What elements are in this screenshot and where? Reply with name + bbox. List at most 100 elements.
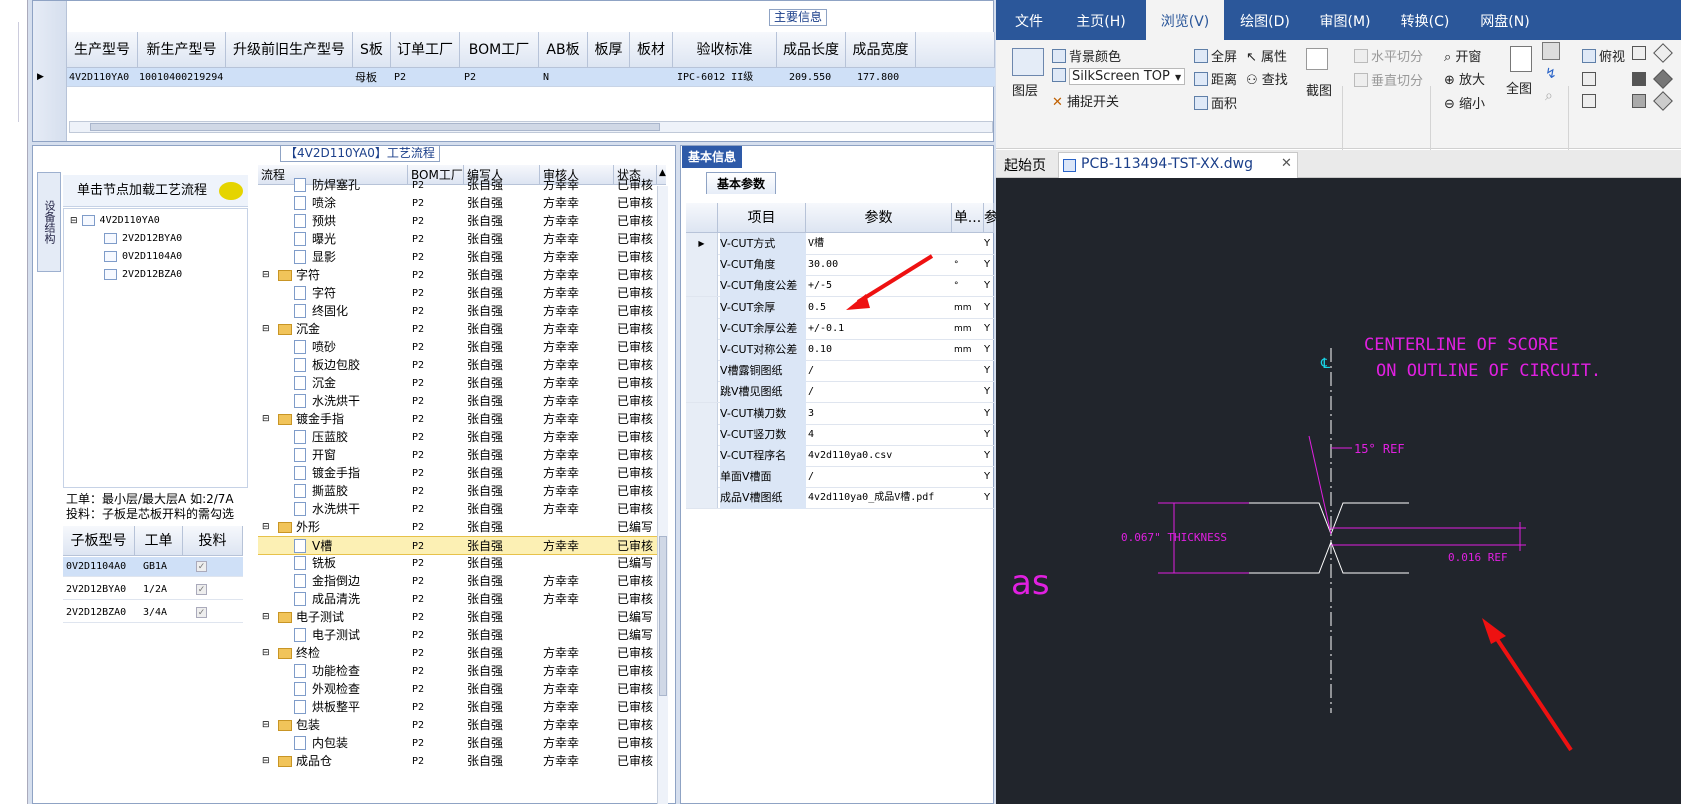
collapse-icon[interactable]: ⊟	[262, 410, 270, 429]
collapse-icon[interactable]: ⊟	[262, 320, 270, 339]
flow-row[interactable]: 沉金 P2 张自强 方幸幸 已审核	[258, 374, 657, 393]
basic-col-header[interactable]: 单...	[952, 203, 984, 233]
cell-new-model[interactable]: 10010400219294	[139, 68, 223, 87]
collapse-icon[interactable]: ⊟	[70, 216, 78, 226]
tab-file[interactable]: 文件	[1004, 0, 1054, 40]
flow-row[interactable]: 字符 P2 张自强 方幸幸 已审核	[258, 284, 657, 303]
param-row[interactable]: 单面V槽面 / Y	[686, 466, 994, 489]
flow-row[interactable]: 终固化 P2 张自强 方幸幸 已审核	[258, 302, 657, 321]
tree-node-root[interactable]: ⊟ 4V2D110YA0	[70, 213, 160, 229]
flow-row[interactable]: 曝光 P2 张自强 方幸幸 已审核	[258, 230, 657, 249]
feed-checkbox[interactable]: ✓	[196, 561, 207, 572]
cell-bom-factory[interactable]: P2	[464, 68, 476, 87]
zoom-in-button[interactable]: ⊕ 放大	[1444, 69, 1485, 88]
col-header[interactable]: AB板	[539, 32, 588, 68]
col-header[interactable]: 板材	[630, 32, 673, 68]
tab-review[interactable]: 审图(M)	[1308, 0, 1382, 40]
param-row[interactable]: V-CUT对称公差 0.10 mm Y	[686, 339, 994, 361]
horizontal-scrollbar[interactable]	[69, 121, 993, 133]
flow-row[interactable]: ⊟ 字符 P2 张自强 方幸幸 已审核	[258, 266, 657, 285]
attribute-button[interactable]: ↖ 属性	[1246, 46, 1287, 65]
feed-checkbox[interactable]: ✓	[196, 607, 207, 618]
param-value[interactable]: 4	[808, 424, 950, 446]
tab-convert[interactable]: 转换(C)	[1388, 0, 1462, 40]
flow-row[interactable]: ⊟ 沉金 P2 张自强 方幸幸 已审核	[258, 320, 657, 339]
col-header[interactable]: BOM工厂	[460, 32, 539, 68]
h-split-button[interactable]: 水平切分	[1354, 46, 1423, 65]
layer-icon[interactable]	[1012, 48, 1044, 76]
collapse-icon[interactable]: ⊟	[262, 752, 270, 771]
tab-basic-params[interactable]: 基本参数	[706, 172, 777, 194]
tab-basic-info[interactable]: 基本信息	[682, 146, 743, 168]
view-cube-icon[interactable]	[1632, 46, 1646, 60]
open-window-button[interactable]: ⌕ 开窗	[1444, 46, 1481, 65]
full-view-button[interactable]: 全图	[1506, 78, 1532, 97]
flow-row[interactable]: ⊟ 镀金手指 P2 张自强 方幸幸 已审核	[258, 410, 657, 429]
flow-row[interactable]: 镀金手指 P2 张自强 方幸幸 已审核	[258, 464, 657, 483]
view-iso-icon[interactable]	[1632, 94, 1646, 108]
basic-col-header[interactable]: 参数	[806, 203, 952, 233]
param-row[interactable]: V-CUT程序名 4v2d110ya0.csv Y	[686, 445, 994, 467]
flow-row[interactable]: ⊟ 电子测试 P2 张自强 已编写	[258, 608, 657, 627]
sub-col-header[interactable]: 子板型号	[63, 526, 135, 556]
tab-view[interactable]: 浏览(V)	[1146, 0, 1224, 40]
top-view-button[interactable]: 俯视	[1582, 46, 1625, 65]
param-row[interactable]: 跳V槽见图纸 / Y	[686, 381, 994, 404]
tree-node-child[interactable]: 2V2D12BZA0	[104, 267, 182, 283]
flow-row[interactable]: 开窗 P2 张自强 方幸幸 已审核	[258, 446, 657, 465]
snap-button[interactable]: ✕ 捕捉开关	[1052, 91, 1119, 110]
param-row[interactable]: V-CUT竖刀数 4 Y	[686, 423, 994, 446]
view-diamond-icon[interactable]	[1653, 43, 1673, 63]
col-header[interactable]: S板	[353, 32, 391, 68]
area-button[interactable]: 面积	[1194, 93, 1237, 112]
col-header[interactable]: 新生产型号	[138, 32, 226, 68]
param-row[interactable]: V槽露铜图纸 / Y	[686, 360, 994, 383]
flow-row[interactable]: 电子测试 P2 张自强 已编写	[258, 626, 657, 645]
scroll-up-icon[interactable]: ▲	[659, 168, 666, 178]
fullscreen-button[interactable]: 全屏	[1194, 46, 1237, 65]
flow-row[interactable]: 显影 P2 张自强 方幸幸 已审核	[258, 248, 657, 267]
param-value[interactable]: 3	[808, 403, 950, 425]
pan-icon[interactable]	[1542, 42, 1560, 60]
flow-row[interactable]: 预烘 P2 张自强 方幸幸 已审核	[258, 212, 657, 231]
flow-row[interactable]: 板边包胶 P2 张自强 方幸幸 已审核	[258, 356, 657, 375]
layer-select[interactable]: SilkScreen TOP ▼	[1052, 68, 1185, 85]
sub-col-header[interactable]: 投料	[183, 526, 243, 556]
flow-row[interactable]: 水洗烘干 P2 张自强 方幸幸 已审核	[258, 392, 657, 411]
param-value[interactable]: /	[808, 360, 950, 382]
flow-row[interactable]: ⊟ 包装 P2 张自强 方幸幸 已审核	[258, 716, 657, 735]
param-value[interactable]: 0.10	[808, 339, 950, 361]
sub-row[interactable]: 2V2D12BZA0 3/4A ✓	[63, 603, 243, 623]
col-header[interactable]: 升级前旧生产型号	[226, 32, 353, 68]
tab-home[interactable]: 主页(H)	[1066, 0, 1136, 40]
col-header[interactable]: 订单工厂	[391, 32, 460, 68]
zoom-realtime-icon[interactable]: ⌕	[1545, 88, 1553, 104]
flow-row[interactable]: 成品清洗 P2 张自强 方幸幸 已审核	[258, 590, 657, 609]
col-header[interactable]: 成品长度	[777, 32, 846, 68]
flow-vertical-scrollbar[interactable]	[657, 186, 668, 804]
param-value[interactable]: 4v2d110ya0.csv	[808, 445, 950, 467]
flow-row[interactable]: 防焊塞孔 P2 张自强 方幸幸 已审核	[258, 176, 657, 195]
basic-col-header[interactable]: 项目	[718, 203, 806, 233]
param-row[interactable]: V-CUT余厚公差 +/-0.1 mm Y	[686, 317, 994, 340]
view-front-icon[interactable]	[1582, 72, 1596, 86]
bg-color-button[interactable]: 背景颜色	[1052, 46, 1121, 65]
cell-s-board[interactable]: 母板	[355, 68, 377, 87]
collapse-icon[interactable]: ⊟	[262, 644, 270, 663]
param-value[interactable]: +/-0.1	[808, 318, 950, 340]
collapse-icon[interactable]: ⊟	[262, 518, 270, 537]
collapse-icon[interactable]: ⊟	[262, 716, 270, 735]
cell-order-factory[interactable]: P2	[394, 68, 406, 87]
param-row[interactable]: V-CUT横刀数 3 Y	[686, 402, 994, 425]
collapse-icon[interactable]: ⊟	[262, 266, 270, 285]
cell-ab[interactable]: N	[543, 68, 549, 87]
flow-row[interactable]: 喷砂 P2 张自强 方幸幸 已审核	[258, 338, 657, 357]
cell-length[interactable]: 209.550	[789, 68, 831, 87]
view-diamond3-icon[interactable]	[1653, 91, 1673, 111]
flow-row[interactable]: 压蓝胶 P2 张自强 方幸幸 已审核	[258, 428, 657, 447]
flow-row[interactable]: 烘板整平 P2 张自强 方幸幸 已审核	[258, 698, 657, 717]
tree-node-child[interactable]: 2V2D12BYA0	[104, 231, 182, 247]
col-header[interactable]: 生产型号	[67, 32, 138, 68]
cell-model[interactable]: 4V2D110YA0	[69, 68, 129, 87]
layer-button[interactable]: 图层	[1012, 80, 1038, 99]
